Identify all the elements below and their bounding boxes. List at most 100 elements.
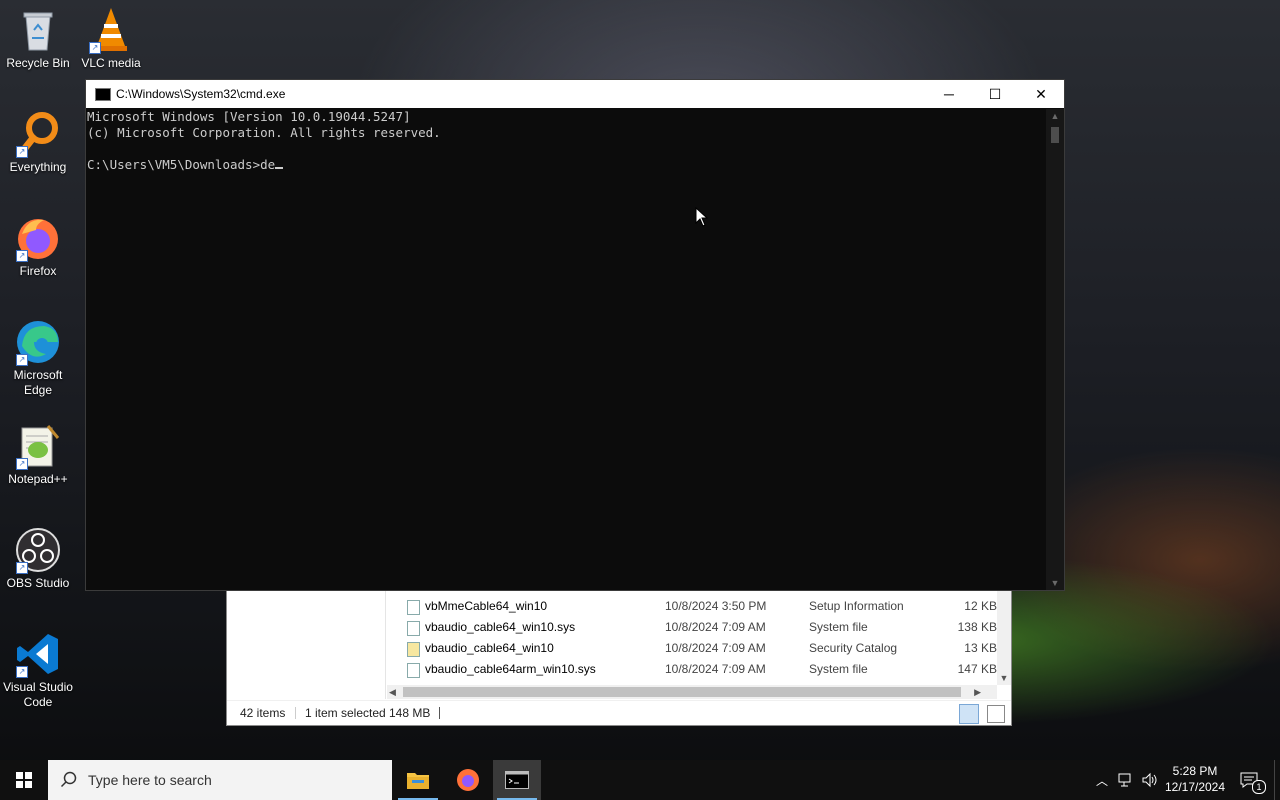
notepadpp-icon: ↗ [14,422,62,470]
scroll-up-icon[interactable]: ▲ [1046,111,1064,121]
status-divider [295,707,296,719]
large-icons-view-icon[interactable] [987,705,1005,723]
horizontal-scrollbar[interactable]: ◀ ▶ [387,685,997,699]
firefox-icon: ↗ [14,214,62,262]
file-row[interactable]: vbaudio_cable64_win10 10/8/2024 7:09 AM … [387,638,997,659]
taskbar: Type here to search ︿ 5:28 PM 12/17/2024… [0,760,1280,800]
file-date: 10/8/2024 3:50 PM [665,599,767,613]
system-tray: ︿ [1090,760,1160,800]
desktop-icon-firefox[interactable]: ↗ Firefox [0,214,76,279]
desktop-icon-notepadpp[interactable]: ↗ Notepad++ [0,422,76,487]
shortcut-arrow-icon: ↗ [16,354,28,366]
desktop-icon-everything[interactable]: ↗ Everything [0,110,76,175]
network-icon[interactable] [1118,773,1134,787]
details-view-icon[interactable] [959,704,979,724]
desktop-icon-edge[interactable]: ↗ Microsoft Edge [0,318,76,398]
file-name: vbMmeCable64_win10 [425,599,548,613]
desktop-icon-label: Firefox [19,264,57,278]
cmd-app-icon [95,88,111,101]
magnifier-icon: ↗ [14,110,62,158]
volume-icon[interactable] [1142,772,1158,788]
system-file-icon [407,663,420,678]
file-row[interactable]: vbMmeCable64_win10 10/8/2024 3:50 PM Set… [387,596,997,617]
file-date: 10/8/2024 7:09 AM [665,620,766,634]
vscode-icon: ↗ [14,630,62,678]
search-placeholder: Type here to search [88,772,212,788]
desktop-icon-recycle-bin[interactable]: Recycle Bin [0,6,76,71]
chevron-up-icon[interactable]: ︿ [1096,772,1108,789]
file-date: 10/8/2024 7:09 AM [665,662,766,676]
horizontal-scroll-thumb[interactable] [403,687,961,697]
desktop-icon-label: Microsoft Edge [13,368,63,397]
show-desktop-button[interactable] [1274,760,1280,800]
close-button[interactable]: ✕ [1018,80,1064,108]
security-catalog-file-icon [407,642,420,657]
setup-info-file-icon [407,600,420,615]
start-button[interactable] [0,760,48,800]
console-line: (c) Microsoft Corporation. All rights re… [87,125,441,140]
mouse-pointer-icon [695,207,709,227]
clock-time: 5:28 PM [1172,764,1218,778]
taskbar-clock[interactable]: 5:28 PM 12/17/2024 [1160,763,1230,795]
minimize-button[interactable]: ─ [926,80,972,108]
scroll-left-icon[interactable]: ◀ [389,685,396,699]
recycle-bin-icon [14,6,62,54]
scroll-down-icon[interactable]: ▼ [997,673,1011,683]
notification-count-badge: 1 [1252,780,1266,794]
file-type: Security Catalog [809,641,898,655]
file-name: vbaudio_cable64arm_win10.sys [425,662,596,676]
desktop-icon-label: Notepad++ [8,472,68,486]
file-name: vbaudio_cable64_win10.sys [425,620,576,634]
notification-center-button[interactable]: 1 [1236,760,1266,800]
folder-icon [407,773,429,789]
shortcut-arrow-icon: ↗ [16,250,28,262]
status-bar: 42 items 1 item selected 148 MB [227,700,1011,725]
file-size: 138 KB [957,620,997,634]
system-file-icon [407,621,420,636]
desktop-icon-vlc[interactable]: ↗ VLC media [73,6,149,71]
file-row[interactable]: vbaudio_cable64arm_win10.sys 10/8/2024 7… [387,659,997,680]
vlc-cone-icon: ↗ [87,6,135,54]
file-list[interactable]: vbMmeCable64_win10 10/8/2024 3:50 PM Set… [387,589,997,685]
desktop-icon-obs[interactable]: ↗ OBS Studio [0,526,76,591]
desktop-icon-label: Visual Studio Code [3,680,73,709]
file-row[interactable]: vbaudio_cable64_win10.sys 10/8/2024 7:09… [387,617,997,638]
shortcut-arrow-icon: ↗ [16,146,28,158]
shortcut-arrow-icon: ↗ [16,458,28,470]
status-divider [439,707,440,719]
desktop-icon-label: VLC media [81,56,141,70]
console-scroll-thumb[interactable] [1051,127,1059,143]
desktop-icon-label: OBS Studio [6,576,70,590]
file-type: System file [809,662,868,676]
console-prompt: C:\Users\VM5\Downloads>de [87,157,276,172]
desktop-icon-vscode[interactable]: ↗ Visual Studio Code [0,630,76,710]
edge-icon: ↗ [14,318,62,366]
desktop-icon-label: Recycle Bin [6,56,70,70]
console-scrollbar[interactable]: ▲ ▼ [1046,109,1064,590]
desktop-icon-label: Everything [9,160,67,174]
file-type: System file [809,620,868,634]
taskbar-cmd[interactable] [493,760,541,800]
maximize-button[interactable]: ☐ [972,80,1018,108]
cmd-titlebar[interactable]: C:\Windows\System32\cmd.exe ─ ☐ ✕ [86,80,1064,108]
file-size: 147 KB [957,662,997,676]
item-count: 42 items [240,706,286,720]
file-type: Setup Information [809,599,904,613]
console-output[interactable]: Microsoft Windows [Version 10.0.19044.52… [86,109,1046,590]
console-prompt-line[interactable]: C:\Users\VM5\Downloads>de [87,157,1046,173]
vertical-scrollbar[interactable]: ▼ [997,589,1011,685]
shortcut-arrow-icon: ↗ [16,562,28,574]
file-explorer-window[interactable]: vbMmeCable64_win10 10/8/2024 3:50 PM Set… [226,588,1012,726]
obs-icon: ↗ [14,526,62,574]
scroll-right-icon[interactable]: ▶ [974,685,981,699]
taskbar-search-box[interactable]: Type here to search [48,760,392,800]
navigation-pane[interactable] [227,589,386,699]
windows-logo-icon [16,772,32,788]
scroll-down-icon[interactable]: ▼ [1046,578,1064,588]
file-size: 12 KB [964,599,997,613]
cmd-window[interactable]: C:\Windows\System32\cmd.exe ─ ☐ ✕ Micros… [85,79,1065,591]
taskbar-file-explorer[interactable] [394,760,442,800]
taskbar-firefox[interactable] [444,760,492,800]
shortcut-arrow-icon: ↗ [89,42,101,54]
